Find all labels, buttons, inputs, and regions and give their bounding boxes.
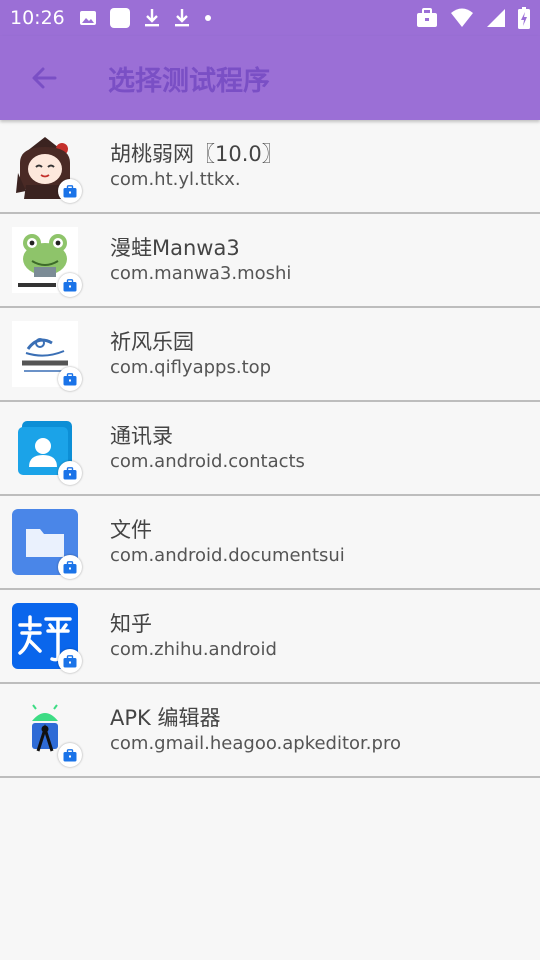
app-package: com.ht.yl.ttkx. [110,168,241,190]
app-package: com.gmail.heagoo.apkeditor.pro [110,732,401,754]
work-profile-badge [58,555,82,579]
page-title: 选择测试程序 [108,65,270,97]
status-bar: 10:26 [0,0,540,36]
app-name: 知乎 [110,611,152,636]
app-package: com.manwa3.moshi [110,262,292,284]
app-list-item[interactable]: 文件 com.android.documentsui [0,496,540,590]
briefcase-icon [63,278,77,291]
app-info: APK 编辑器 com.gmail.heagoo.apkeditor.pro [110,705,401,756]
app-icon [12,697,82,767]
status-time: 10:26 [10,7,65,29]
app-icon [12,321,82,391]
work-profile-badge [58,273,82,297]
app-icon [12,603,82,673]
briefcase-icon [63,372,77,385]
work-profile-badge [58,649,82,673]
system-icons [416,7,530,29]
work-profile-badge [58,179,82,203]
app-name: 文件 [110,517,152,542]
app-list: 胡桃弱网〖10.0〗 com.ht.yl.ttkx. 漫蛙Manwa3 com.… [0,120,540,778]
app-package: com.zhihu.android [110,638,277,660]
signal-icon [487,9,505,27]
app-name: 祈风乐园 [110,329,194,354]
app-name: APK 编辑器 [110,705,221,730]
app-info: 通讯录 com.android.contacts [110,423,305,474]
app-list-item[interactable]: 通讯录 com.android.contacts [0,402,540,496]
app-package: com.android.documentsui [110,544,345,566]
work-profile-badge [58,461,82,485]
app-info: 胡桃弱网〖10.0〗 com.ht.yl.ttkx. [110,141,283,192]
image-icon [79,11,96,25]
app-info: 祈风乐园 com.qiflyapps.top [110,329,271,380]
briefcase-icon [63,466,77,479]
briefcase-icon [63,654,77,667]
download-icon [144,9,159,27]
square-notification-icon [109,8,130,28]
briefcase-icon [417,8,437,27]
app-list-item[interactable]: 知乎 com.zhihu.android [0,590,540,684]
briefcase-icon [63,748,77,761]
app-name: 通讯录 [110,423,173,448]
app-icon [12,133,82,203]
app-icon [12,415,82,485]
app-list-item[interactable]: 漫蛙Manwa3 com.manwa3.moshi [0,214,540,308]
notification-icons [79,7,213,29]
app-bar: 选择测试程序 [0,36,540,120]
app-package: com.android.contacts [110,450,305,472]
briefcase-icon [63,560,77,573]
download-icon [174,9,189,27]
app-package: com.qiflyapps.top [110,356,272,378]
work-profile-badge [58,367,82,391]
dot-icon [204,15,211,21]
app-list-item[interactable]: 胡桃弱网〖10.0〗 com.ht.yl.ttkx. [0,120,540,214]
app-name: 胡桃弱网〖10.0〗 [110,141,283,166]
work-profile-badge [58,743,82,767]
app-list-item[interactable]: 祈风乐园 com.qiflyapps.top [0,308,540,402]
wifi-icon [451,8,473,27]
battery-charging-icon [518,7,530,29]
app-icon [12,509,82,579]
app-name: 漫蛙Manwa3 [110,235,240,260]
app-icon [12,227,82,297]
briefcase-icon [63,184,77,197]
back-button[interactable] [22,56,66,100]
app-info: 文件 com.android.documentsui [110,517,345,568]
app-info: 漫蛙Manwa3 com.manwa3.moshi [110,235,291,286]
app-info: 知乎 com.zhihu.android [110,611,277,662]
app-list-item[interactable]: APK 编辑器 com.gmail.heagoo.apkeditor.pro [0,684,540,778]
arrow-back-icon [32,67,57,89]
